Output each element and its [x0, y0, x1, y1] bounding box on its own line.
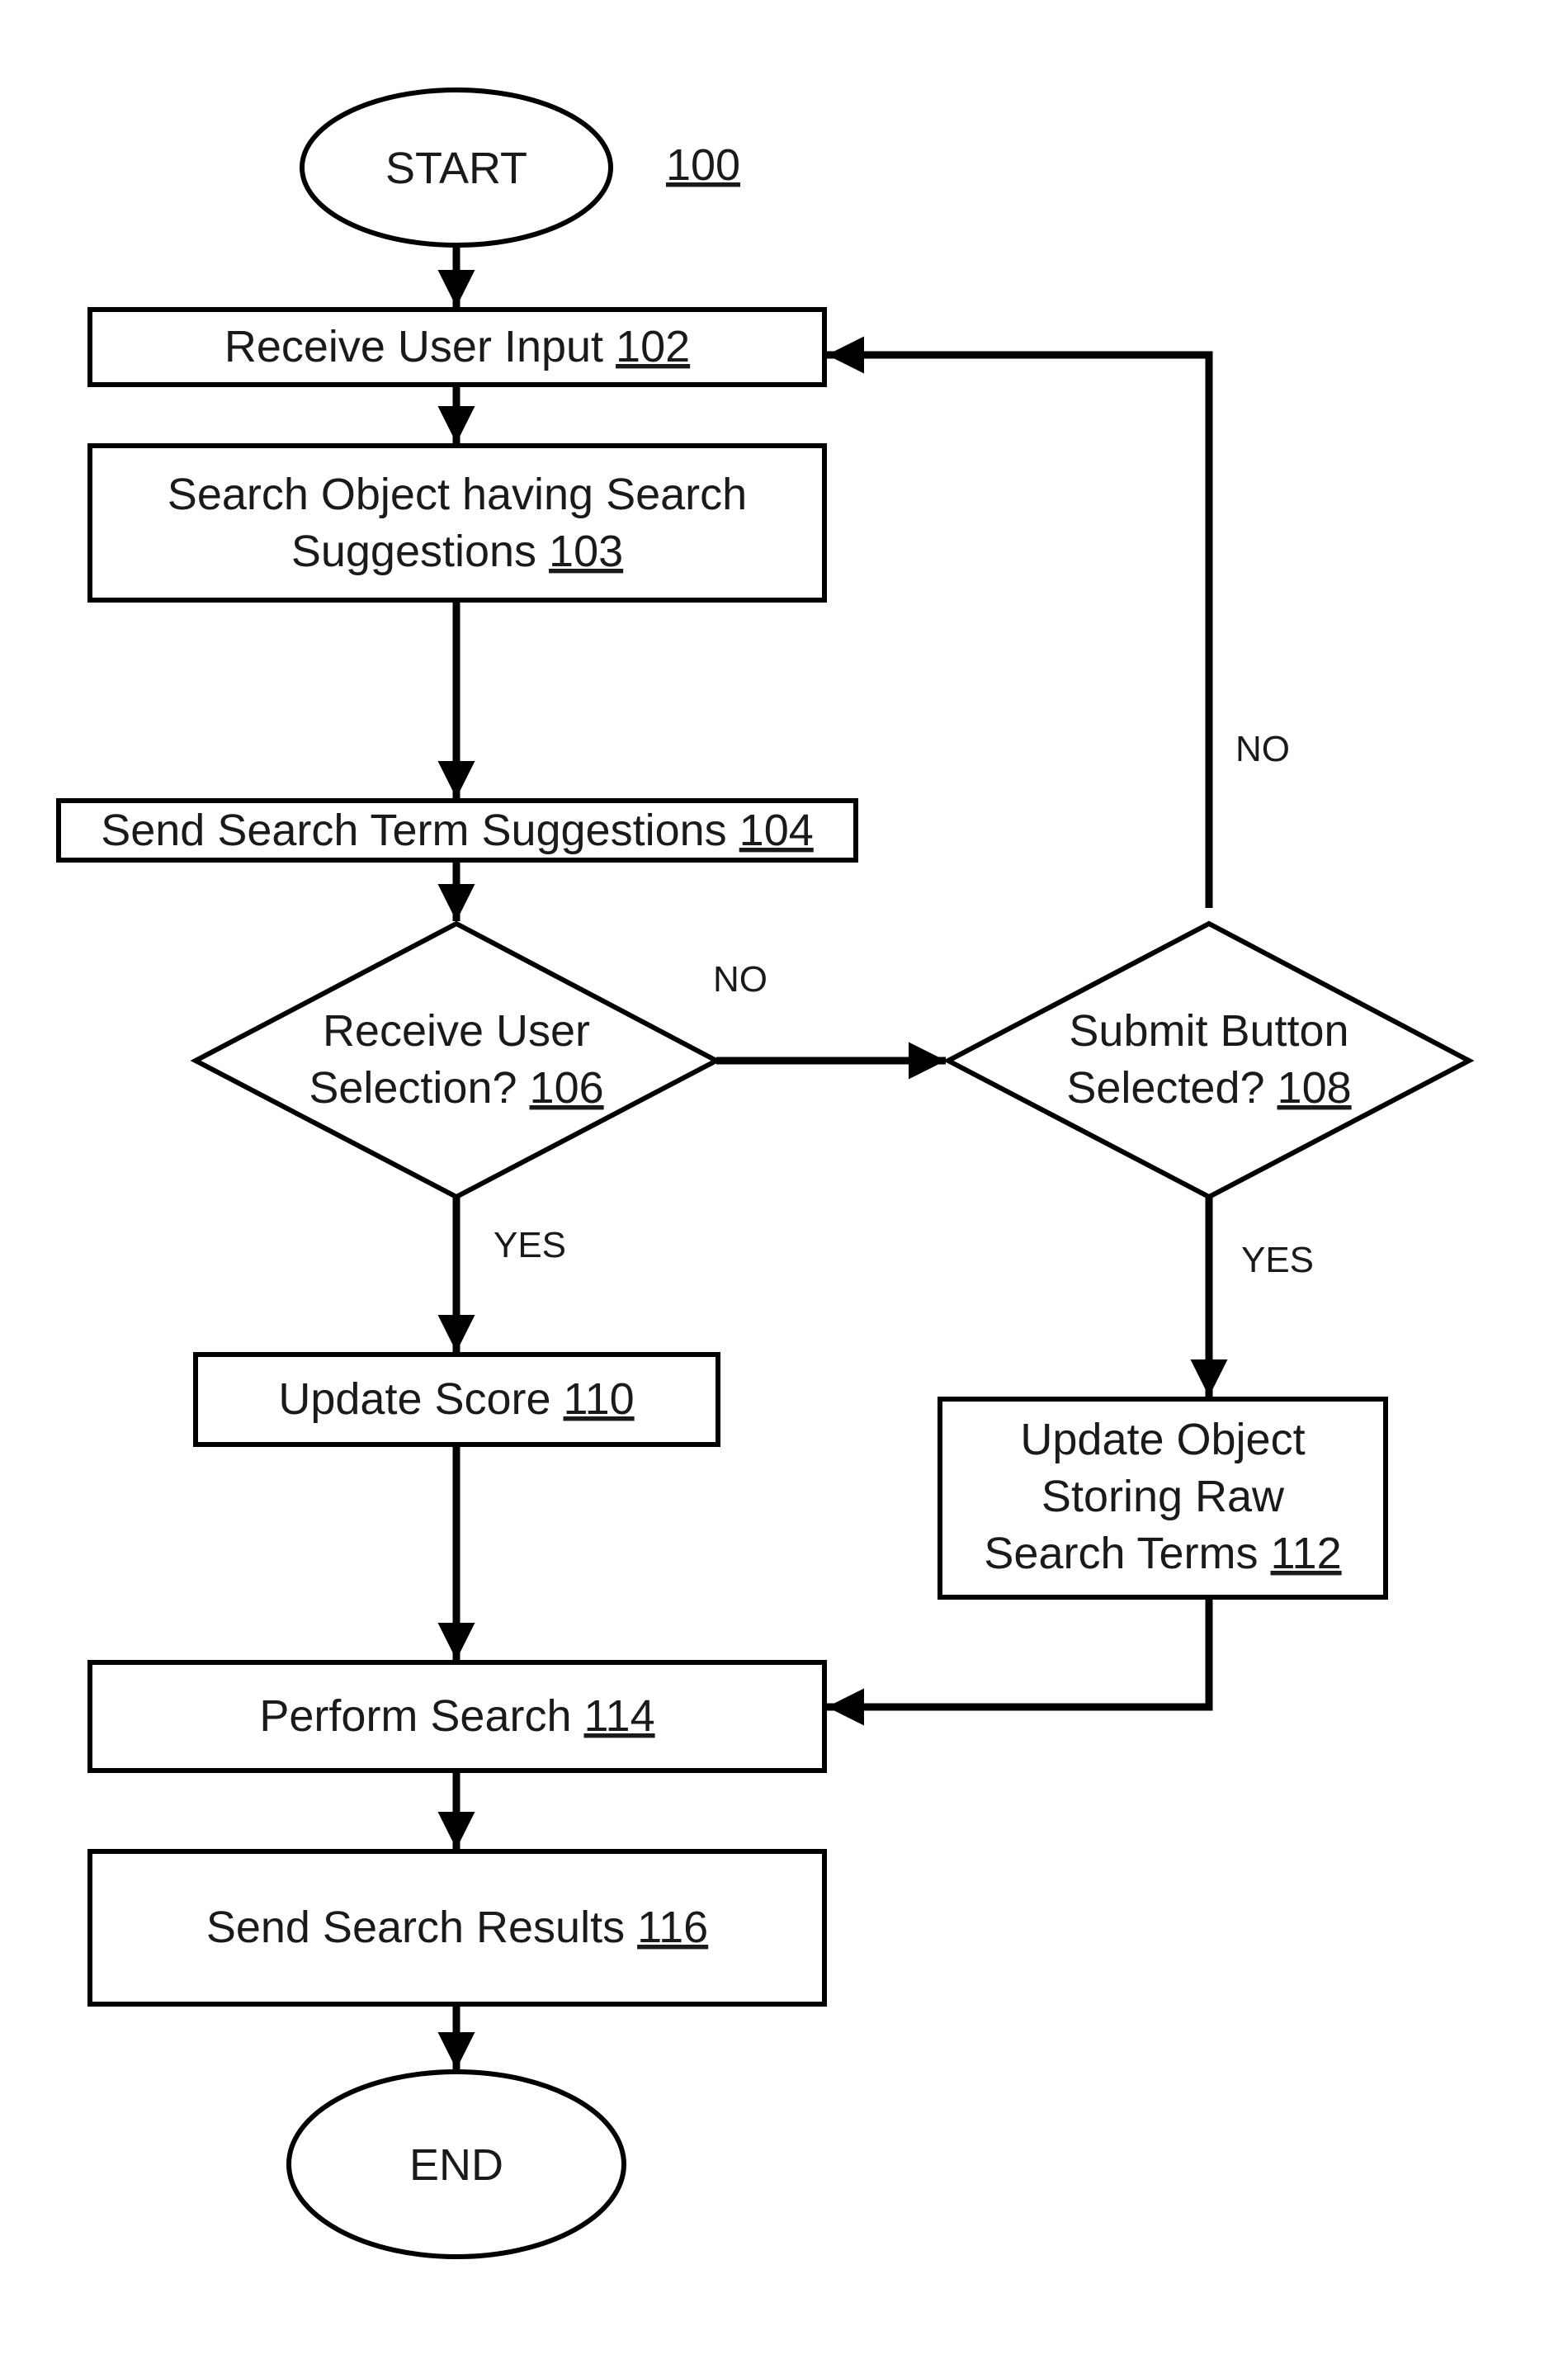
step-110-label: Update Score 110	[278, 1374, 634, 1424]
step-116-label: Send Search Results 116	[206, 1903, 708, 1952]
arrow-108-no-to-102	[827, 336, 1213, 908]
edge-label-108-yes: YES	[1241, 1240, 1314, 1280]
flowchart: START 100 Receive User Input 102 Search …	[56, 87, 1475, 2259]
step-110: Update Score 110	[193, 1352, 720, 1447]
decision-106: Receive User Selection? 106	[190, 920, 722, 1200]
step-112-line1: Update Object	[1020, 1415, 1305, 1464]
step-103-line2: Suggestions 103	[291, 527, 623, 576]
decision-106-line1: Receive User	[323, 1006, 590, 1056]
step-103-line1: Search Object having Search	[168, 470, 747, 519]
end-node: END	[286, 2069, 626, 2259]
edge-label-106-yes: YES	[494, 1225, 566, 1265]
arrow-112-to-114	[827, 1597, 1213, 1726]
step-102: Receive User Input 102	[87, 307, 827, 387]
step-114-label: Perform Search 114	[259, 1691, 654, 1741]
end-label: END	[409, 2140, 503, 2190]
decision-106-diamond	[190, 920, 722, 1200]
decision-108-line1: Submit Button	[1069, 1006, 1348, 1056]
step-104: Send Search Term Suggestions 104	[56, 798, 858, 863]
figure-ref-label: 100	[666, 140, 740, 190]
step-112-line3: Search Terms 112	[984, 1529, 1341, 1578]
decision-106-line2: Selection? 106	[309, 1063, 603, 1113]
edge-label-106-no: NO	[713, 959, 767, 1000]
decision-108-diamond	[942, 920, 1475, 1200]
step-104-label: Send Search Term Suggestions 104	[101, 806, 814, 855]
step-103: Search Object having Search Suggestions …	[87, 443, 827, 603]
step-112: Update Object Storing Raw Search Terms 1…	[937, 1397, 1388, 1600]
step-112-line2: Storing Raw	[1041, 1472, 1285, 1521]
start-node: START	[300, 87, 613, 248]
edge-label-108-no: NO	[1235, 729, 1290, 769]
step-102-label: Receive User Input 102	[224, 322, 690, 371]
decision-108: Submit Button Selected? 108	[942, 920, 1475, 1200]
start-label: START	[385, 144, 527, 193]
decision-108-line2: Selected? 108	[1066, 1063, 1351, 1113]
step-116: Send Search Results 116	[87, 1849, 827, 2007]
step-114: Perform Search 114	[87, 1660, 827, 1773]
